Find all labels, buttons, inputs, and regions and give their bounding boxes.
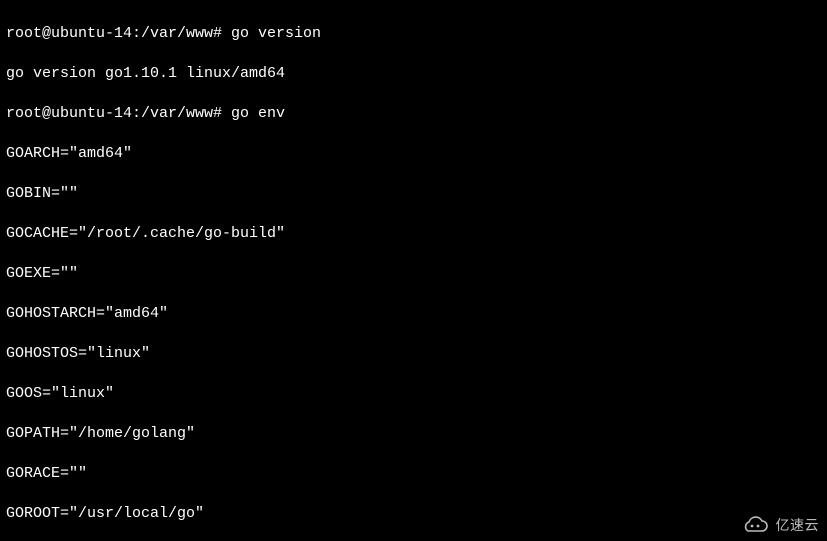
cloud-icon [740,515,770,535]
env-line: GOOS="linux" [6,384,821,404]
env-line: GOPATH="/home/golang" [6,424,821,444]
env-line: GORACE="" [6,464,821,484]
env-line: GOEXE="" [6,264,821,284]
output-go-version: go version go1.10.1 linux/amd64 [6,64,821,84]
prompt-line-1: root@ubuntu-14:/var/www# go version [6,24,821,44]
env-line: GOCACHE="/root/.cache/go-build" [6,224,821,244]
command-go-version: go version [231,25,321,42]
env-line: GOHOSTOS="linux" [6,344,821,364]
shell-prompt: root@ubuntu-14:/var/www# [6,105,231,122]
env-line: GOBIN="" [6,184,821,204]
env-line: GOROOT="/usr/local/go" [6,504,821,524]
env-line: GOHOSTARCH="amd64" [6,304,821,324]
terminal[interactable]: root@ubuntu-14:/var/www# go version go v… [0,0,827,541]
shell-prompt: root@ubuntu-14:/var/www# [6,25,231,42]
command-go-env: go env [231,105,285,122]
watermark: 亿速云 [740,515,820,535]
prompt-line-2: root@ubuntu-14:/var/www# go env [6,104,821,124]
watermark-text: 亿速云 [776,515,820,535]
env-line: GOARCH="amd64" [6,144,821,164]
